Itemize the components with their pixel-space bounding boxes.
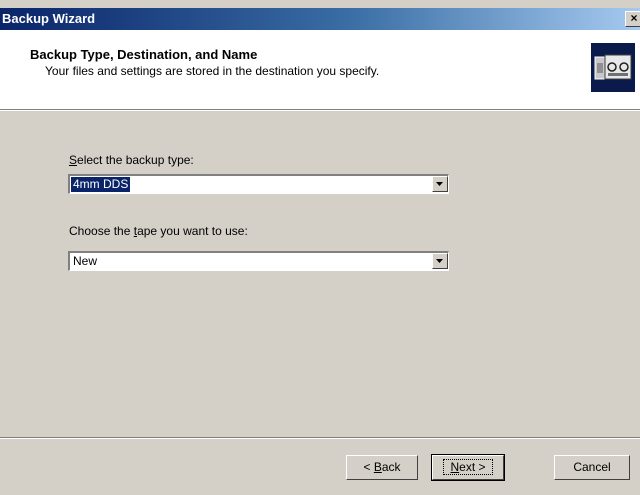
footer-divider-highlight — [0, 438, 640, 439]
close-button[interactable]: × — [625, 11, 640, 27]
title-bar[interactable]: Backup Wizard × — [0, 8, 640, 30]
tape-label-text: ape you want to use: — [137, 224, 248, 238]
wizard-header: Backup Type, Destination, and Name Your … — [0, 30, 640, 109]
close-icon: × — [630, 11, 638, 25]
tape-dropdown-button[interactable] — [432, 253, 448, 269]
chevron-down-icon — [436, 182, 443, 186]
cancel-button[interactable]: Cancel — [554, 455, 630, 480]
tape-select[interactable]: New — [68, 251, 449, 271]
header-divider-highlight — [0, 110, 640, 111]
page-title: Backup Type, Destination, and Name — [30, 47, 258, 62]
back-button[interactable]: < Back — [346, 455, 418, 480]
tape-value: New — [73, 254, 98, 268]
backup-type-label: Select the backup type: — [69, 153, 194, 167]
next-button-mnemonic: N — [450, 460, 460, 474]
next-button[interactable]: Next > — [431, 454, 505, 481]
tape-label: Choose the tape you want to use: — [69, 224, 248, 238]
backup-type-label-text: elect the backup type: — [77, 153, 194, 167]
back-button-mnemonic: B — [373, 460, 382, 474]
next-button-focus: Next > — [443, 459, 493, 475]
page-subtitle: Your files and settings are stored in th… — [45, 64, 380, 78]
backup-type-value: 4mm DDS — [69, 176, 132, 193]
backup-type-label-mnemonic: S — [69, 153, 78, 167]
chevron-down-icon — [436, 259, 443, 263]
tape-label-prefix: Choose the — [69, 224, 134, 238]
backup-type-dropdown-button[interactable] — [432, 176, 448, 192]
next-button-label: ext > — [459, 460, 486, 474]
back-button-label: ack — [381, 460, 401, 474]
backup-tape-icon — [591, 43, 635, 92]
backup-wizard-window: Backup Wizard × Backup Type, Destination… — [0, 0, 640, 495]
window-title: Backup Wizard — [2, 11, 96, 26]
backup-type-select[interactable]: 4mm DDS — [68, 174, 449, 194]
back-button-prefix: < — [363, 460, 374, 474]
cancel-button-label: Cancel — [573, 460, 611, 474]
